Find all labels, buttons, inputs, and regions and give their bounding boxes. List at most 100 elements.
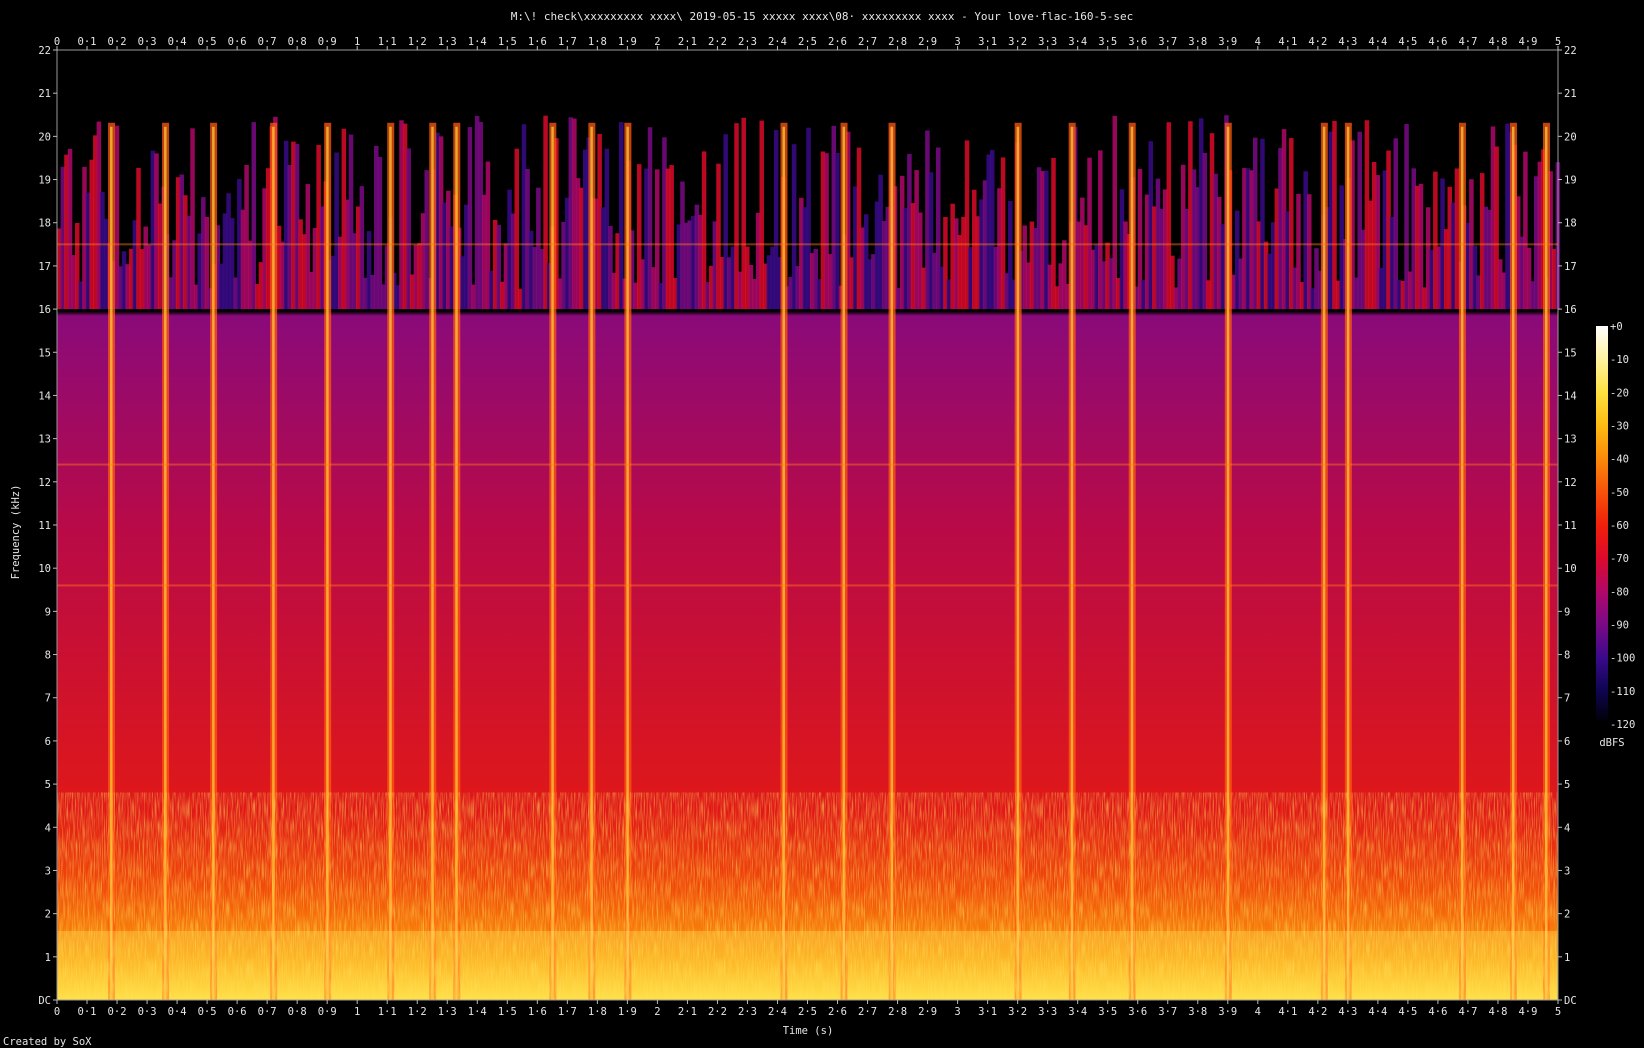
x-tick-label-top: 0·4 [168,36,187,48]
x-tick-label-top: 3·5 [1098,36,1117,48]
y-tick-label-right: 15 [1564,347,1577,359]
x-tick-label-top: 4 [1255,36,1261,48]
y-tick-label-right: 21 [1564,88,1577,100]
y-tick-labels-right: DC12345678910111213141516171819202122 [1558,45,1577,1007]
y-axis-label: Frequency (kHz) [10,485,22,580]
hf-burst-column [514,148,520,310]
colorbar-tick-label: -20 [1610,387,1629,399]
x-tick-label-bottom: 4 [1255,1006,1261,1018]
x-tick-label-top: 4·3 [1338,36,1357,48]
y-tick-label-left: 22 [38,45,51,57]
x-tick-label-top: 2·4 [768,36,787,48]
y-tick-label-left: 11 [38,520,51,532]
x-tick-label-top: 4·7 [1458,36,1477,48]
x-tick-label-top: 3·9 [1218,36,1237,48]
x-tick-label-top: 3·2 [1008,36,1027,48]
y-tick-label-left: 19 [38,175,51,187]
spectrogram-chart: M:\! check\xxxxxxxxx xxxx\ 2019-05-15 xx… [3,10,1635,1048]
y-tick-label-left: 14 [38,390,51,402]
tonal-line [57,243,1558,246]
x-tick-label-bottom: 4·2 [1308,1006,1327,1018]
x-tick-label-top: 4·4 [1368,36,1387,48]
y-tick-label-right: 11 [1564,520,1577,532]
y-tick-label-left: 12 [38,477,51,489]
y-tick-label-right: 12 [1564,477,1577,489]
x-tick-label-bottom: 3·3 [1038,1006,1057,1018]
x-tick-label-bottom: 0·2 [108,1006,127,1018]
colorbar-tick-label: +0 [1610,321,1623,333]
x-tick-label-top: 0·6 [228,36,247,48]
x-tick-label-bottom: 3·5 [1098,1006,1117,1018]
x-tick-label-bottom: 2·9 [918,1006,937,1018]
y-tick-label-left: 15 [38,347,51,359]
y-tick-label-right: 3 [1564,865,1570,877]
y-tick-label-left: 18 [38,218,51,230]
x-tick-label-top: 2 [654,36,660,48]
created-by-footer: Created by SoX [3,1036,92,1048]
x-tick-label-top: 2·3 [738,36,757,48]
colorbar: +0 -10 -20 -30 -40 -50 -60 -70 -80 -90 -100 -110 -12… [1596,321,1635,731]
x-tick-label-bottom: 2·2 [708,1006,727,1018]
y-tick-label-right: 18 [1564,218,1577,230]
colorbar-tick-label: -40 [1610,454,1629,466]
x-tick-label-bottom: 4·4 [1368,1006,1387,1018]
y-tick-label-right: 20 [1564,131,1577,143]
y-tick-label-right: 19 [1564,175,1577,187]
x-tick-label-top: 1·3 [438,36,457,48]
x-tick-label-top: 3·4 [1068,36,1087,48]
y-tick-label-right: 8 [1564,650,1570,662]
x-tick-label-top: 0·7 [258,36,277,48]
x-tick-label-top: 4·6 [1428,36,1447,48]
x-tick-label-top: 0·1 [78,36,97,48]
x-tick-label-bottom: 1 [354,1006,360,1018]
x-tick-label-top: 0·9 [318,36,337,48]
y-tick-label-left: 21 [38,88,51,100]
x-tick-label-bottom: 3·1 [978,1006,997,1018]
x-tick-label-bottom: 2·5 [798,1006,817,1018]
x-tick-label-top: 3·7 [1158,36,1177,48]
x-tick-label-bottom: 0·9 [318,1006,337,1018]
x-tick-label-bottom: 4·3 [1338,1006,1357,1018]
x-tick-label-bottom: 3·7 [1158,1006,1177,1018]
x-tick-label-top: 0·8 [288,36,307,48]
colorbar-tick-label: -80 [1610,586,1629,598]
y-tick-label-left: 5 [45,779,51,791]
x-tick-label-top: 0·2 [108,36,127,48]
x-tick-label-bottom: 2·6 [828,1006,847,1018]
colorbar-tick-label: -90 [1610,620,1629,632]
x-tick-label-top: 2·6 [828,36,847,48]
y-tick-label-left: 16 [38,304,51,316]
colorbar-tick-label: -30 [1610,421,1629,433]
x-axis-label: Time (s) [783,1025,834,1037]
x-tick-label-top: 1·2 [408,36,427,48]
y-tick-label-right: DC [1564,995,1577,1007]
x-tick-label-bottom: 0·7 [258,1006,277,1018]
x-tick-label-bottom: 1·6 [528,1006,547,1018]
x-tick-label-top: 4·1 [1278,36,1297,48]
x-tick-label-bottom: 4·1 [1278,1006,1297,1018]
y-tick-label-right: 10 [1564,563,1577,575]
x-tick-label-bottom: 3 [954,1006,960,1018]
colorbar-tick-label: -120 [1610,719,1635,731]
x-tick-label-bottom: 3·6 [1128,1006,1147,1018]
y-tick-label-left: 9 [45,606,51,618]
y-tick-label-right: 4 [1564,822,1570,834]
y-tick-label-right: 13 [1564,434,1577,446]
hf-burst-column [467,127,473,310]
y-tick-label-left: 7 [45,693,51,705]
x-tick-label-top: 1·7 [558,36,577,48]
x-tick-label-top: 2·1 [678,36,697,48]
y-tick-label-right: 9 [1564,606,1570,618]
hf-burst-column [835,152,840,310]
x-tick-label-bottom: 3·4 [1068,1006,1087,1018]
x-tick-label-bottom: 1·5 [498,1006,517,1018]
chart-title: M:\! check\xxxxxxxxx xxxx\ 2019-05-15 xx… [511,10,1134,23]
x-tick-label-bottom: 1·1 [378,1006,397,1018]
x-tick-label-bottom: 2·7 [858,1006,877,1018]
x-tick-label-top: 4·8 [1488,36,1507,48]
y-tick-label-left: 3 [45,865,51,877]
y-tick-label-right: 5 [1564,779,1570,791]
x-tick-label-bottom: 3·2 [1008,1006,1027,1018]
colorbar-tick-label: -100 [1610,653,1635,665]
x-tick-label-bottom: 2·4 [768,1006,787,1018]
